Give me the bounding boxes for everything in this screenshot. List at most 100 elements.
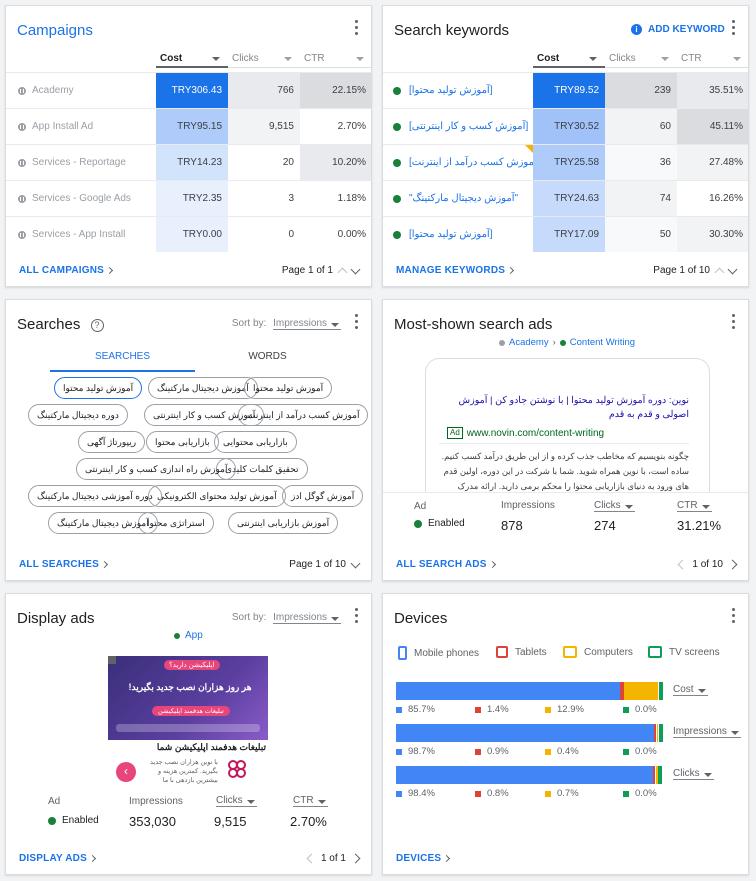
bar-segment	[658, 724, 663, 742]
metric-select[interactable]: Impressions	[673, 726, 741, 738]
search-term-chip[interactable]: ریپورتاژ آگهی	[78, 431, 146, 453]
table-row[interactable]: App Install Ad TRY95.15 9,515 2.70%	[6, 108, 371, 144]
keyword-text[interactable]: [آموزش تولید محتوا]	[393, 229, 493, 240]
page-indicator: 1 of 1	[320, 853, 346, 864]
chevron-down-icon[interactable]	[350, 558, 361, 568]
page-indicator: 1 of 10	[692, 559, 723, 570]
campaign-name[interactable]: Services - App Install	[18, 229, 125, 240]
search-term-chip[interactable]: آموزش دیجیتال مارکتینگ	[48, 512, 158, 534]
chevron-right-icon[interactable]	[350, 853, 361, 864]
campaign-name[interactable]: Services - Google Ads	[18, 193, 131, 204]
table-row[interactable]: [آموزش کسب و کار اینترنتی] TRY30.52 60 45.1…	[383, 108, 748, 144]
search-term-chip[interactable]: آموزش تولید محتوای الکترونیکی	[148, 485, 286, 507]
table-row[interactable]: Services - App Install TRY0.00 0 0.00%	[6, 216, 371, 252]
adchoices-icon	[108, 656, 116, 664]
help-icon[interactable]: ?	[90, 319, 104, 332]
search-term-chip[interactable]: بازاریابی محتوایی	[214, 431, 297, 453]
chevron-up-icon[interactable]	[714, 267, 725, 278]
adgroup-link[interactable]: Content Writing	[570, 337, 635, 348]
table-row[interactable]: Services - Google Ads TRY2.35 3 1.18%	[6, 180, 371, 216]
search-term-chip[interactable]: دوره دیجیتال مارکتینگ	[28, 404, 128, 426]
enabled-dot-icon	[393, 194, 401, 203]
more-vert-icon[interactable]	[353, 608, 359, 626]
sort-by-select[interactable]: Sort by: Impressions	[232, 318, 341, 330]
add-keyword-button[interactable]: i ADD KEYWORD	[631, 24, 725, 35]
search-term-chip[interactable]: آموزش گوگل ادز	[282, 485, 364, 507]
keyword-text[interactable]: [آموزش کسب درآمد از اینترنت]	[393, 157, 540, 168]
col-cost[interactable]: Cost	[156, 50, 228, 68]
device-bar[interactable]	[396, 682, 663, 700]
display-ads-link[interactable]: DISPLAY ADS	[19, 853, 96, 864]
chevron-down-icon[interactable]	[727, 264, 738, 274]
metric-select[interactable]: Cost	[673, 684, 708, 696]
more-vert-icon[interactable]	[730, 20, 736, 38]
stat-label-ctr[interactable]: CTR	[293, 795, 328, 807]
more-vert-icon[interactable]	[730, 608, 736, 626]
device-bar[interactable]	[396, 724, 663, 742]
all-search-ads-link[interactable]: ALL SEARCH ADS	[396, 559, 496, 570]
all-searches-link[interactable]: ALL SEARCHES	[19, 559, 109, 570]
device-bar[interactable]	[396, 766, 663, 784]
table-row[interactable]: "آموزش دیجیتال مارکتینگ" TRY24.63 74 16.26%	[383, 180, 748, 216]
search-term-chip[interactable]: آموزش بازاریابی اینترنتی	[228, 512, 339, 534]
sort-by-select[interactable]: Sort by: Impressions	[232, 612, 341, 624]
more-vert-icon[interactable]	[730, 314, 736, 332]
display-banner[interactable]: اپلیکیشن دارید؟ هر روز هزاران نصب جدید ب…	[108, 656, 268, 740]
table-row[interactable]: [آموزش تولید محتوا] TRY89.52 239 35.51%	[383, 72, 748, 108]
chevron-right-icon[interactable]	[727, 559, 738, 570]
search-term-chip[interactable]: آموزش تولید محتوا	[244, 377, 333, 399]
searches-card: Searches ? Sort by: Impressions SEARCHES…	[5, 299, 372, 581]
campaign-name[interactable]: Services - Reportage	[18, 157, 126, 168]
banner-logos	[116, 724, 260, 732]
bar-segment	[658, 766, 663, 784]
keyword-text[interactable]: [آموزش تولید محتوا]	[393, 85, 493, 96]
tab-searches[interactable]: SEARCHES	[50, 346, 195, 372]
table-row[interactable]: Academy TRY306.43 766 22.15%	[6, 72, 371, 108]
ad-status: Enabled	[414, 518, 465, 529]
search-term-chip[interactable]: دوره آموزشی دیجیتال مارکتینگ	[28, 485, 162, 507]
chevron-left-icon[interactable]	[677, 559, 688, 570]
campaign-link[interactable]: Academy	[509, 337, 549, 348]
legend-swatch	[475, 748, 481, 755]
back-arrow-icon[interactable]: ‹	[116, 762, 136, 782]
col-ctr[interactable]: CTR	[300, 50, 371, 68]
search-term-chip[interactable]: آموزش تولید محتوا	[54, 377, 143, 399]
chevron-right-icon	[88, 854, 96, 863]
search-term-chip[interactable]: آموزش دیجیتال مارکتینگ	[148, 377, 258, 399]
stat-label-ctr[interactable]: CTR	[677, 500, 712, 512]
col-clicks[interactable]: Clicks	[605, 50, 677, 68]
chevron-down-icon[interactable]	[350, 264, 361, 274]
enabled-dot-icon	[393, 230, 401, 239]
campaign-name[interactable]: Academy	[18, 85, 74, 96]
manage-keywords-link[interactable]: MANAGE KEYWORDS	[396, 265, 515, 276]
enabled-dot-icon	[393, 122, 401, 131]
display-campaign[interactable]: App	[174, 630, 203, 641]
cell-ctr: 16.26%	[677, 181, 748, 216]
all-campaigns-link[interactable]: ALL CAMPAIGNS	[19, 265, 114, 276]
devices-title: Devices	[394, 610, 448, 627]
search-term-chip[interactable]: بازاریابی محتوا	[146, 431, 219, 453]
keyword-text[interactable]: "آموزش دیجیتال مارکتینگ"	[393, 193, 518, 204]
more-vert-icon[interactable]	[353, 314, 359, 332]
stat-label-clicks[interactable]: Clicks	[594, 500, 635, 512]
devices-link[interactable]: DEVICES	[396, 853, 451, 864]
cell-ctr: 2.70%	[300, 109, 371, 144]
col-clicks[interactable]: Clicks	[228, 50, 300, 68]
keyword-text[interactable]: [آموزش کسب و کار اینترنتی]	[393, 121, 528, 132]
more-vert-icon[interactable]	[353, 20, 359, 38]
table-row[interactable]: Services - Reportage TRY14.23 20 10.20%	[6, 144, 371, 180]
table-row[interactable]: [آموزش کسب درآمد از اینترنت] TRY25.58 36 27…	[383, 144, 748, 180]
tab-words[interactable]: WORDS	[195, 346, 340, 372]
search-term-chip[interactable]: آموزش کسب و کار اینترنتی	[144, 404, 265, 426]
campaign-name[interactable]: App Install Ad	[18, 121, 93, 132]
chevron-up-icon[interactable]	[337, 267, 348, 278]
campaigns-title[interactable]: Campaigns	[17, 22, 93, 39]
col-ctr[interactable]: CTR	[677, 50, 748, 68]
ad-headline: نوین: دوره آموزش تولید محتوا | با نوشتن …	[458, 395, 689, 420]
search-term-chip[interactable]: آموزش راه اندازی کسب و کار اینترنتی	[76, 458, 237, 480]
stat-label-clicks[interactable]: Clicks	[216, 795, 257, 807]
col-cost[interactable]: Cost	[533, 50, 605, 68]
table-row[interactable]: [آموزش تولید محتوا] TRY17.09 50 30.30%	[383, 216, 748, 252]
chevron-left-icon[interactable]	[306, 853, 317, 864]
metric-select[interactable]: Clicks	[673, 768, 714, 780]
